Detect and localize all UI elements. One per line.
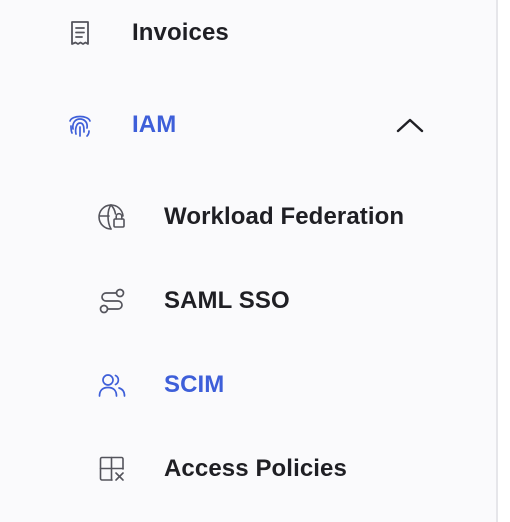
sidebar-item-saml-sso[interactable]: SAML SSO (0, 271, 496, 331)
sidebar-item-label: Invoices (132, 19, 229, 46)
sidebar-item-invoices[interactable]: Invoices (0, 3, 496, 63)
sidebar-item-access-policies[interactable]: Access Policies (0, 439, 496, 499)
content-edge (498, 0, 510, 522)
chevron-up-icon[interactable] (392, 110, 428, 140)
sidebar-item-scim[interactable]: SCIM (0, 355, 496, 415)
sidebar-item-label: SAML SSO (164, 287, 290, 314)
route-icon (97, 286, 127, 316)
receipt-icon (65, 18, 95, 48)
globe-lock-icon (97, 202, 127, 232)
sidebar-nav: Invoices IAM Workload Federation SAML SS… (0, 0, 496, 522)
grid-x-icon (97, 454, 127, 484)
sidebar-item-label: Workload Federation (164, 203, 405, 230)
sidebar-item-iam[interactable]: IAM (0, 95, 496, 155)
users-icon (97, 370, 127, 400)
sidebar-item-label: IAM (132, 111, 177, 138)
fingerprint-icon (65, 110, 95, 140)
sidebar-item-label: SCIM (164, 371, 225, 398)
sidebar-item-workload-federation[interactable]: Workload Federation (0, 187, 496, 247)
sidebar-item-label: Access Policies (164, 455, 347, 482)
